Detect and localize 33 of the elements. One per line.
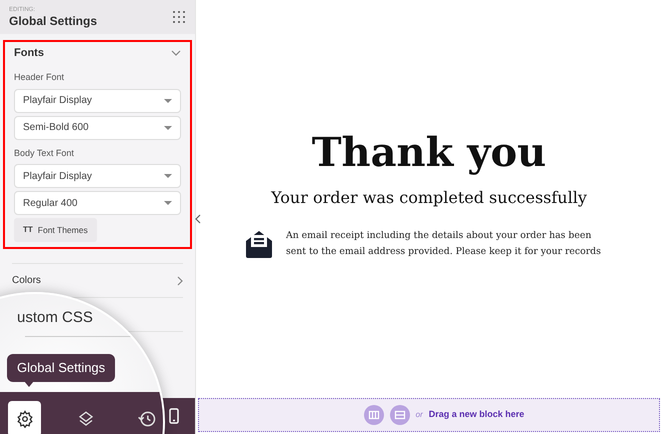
thank-you-heading: Thank you [312,130,546,176]
sidebar-title: Global Settings [9,14,98,28]
font-select[interactable]: Playfair Display [14,164,181,188]
field-label: Body Text Font [14,148,74,158]
envelope-icon [244,229,274,259]
caret-icon [164,126,172,130]
font-select[interactable]: Playfair Display [14,88,181,112]
section-title[interactable]: Colors [12,273,41,288]
subheading: Your order was completed successfully [271,187,587,209]
collapse-handle-icon[interactable] [195,214,202,224]
panel-header[interactable]: Fonts [14,42,181,64]
drop-zone-label: Drag a new block here [428,408,524,422]
caret-icon [164,201,172,205]
grid-menu-icon[interactable] [172,10,186,24]
chevron-down-icon [171,50,181,56]
tooltip-pointer-icon [24,381,34,387]
font-select[interactable]: Regular 400 [14,191,181,215]
settings-icon [16,410,34,428]
toolbar-button[interactable] [8,401,41,434]
or-label: or [416,409,423,421]
receipt-message: An email receipt including the details about your order has been sent to the email address provided. Please keep it for your records [286,229,602,259]
layers-icon [76,410,94,428]
field-label: Header Font [14,72,64,82]
history-icon [136,409,156,429]
tooltip: Global Settings [7,354,116,382]
caret-icon [164,98,172,102]
caret-icon [164,174,172,178]
mobile-icon [169,408,179,424]
font-themes-button[interactable]: TT Font Themes [14,218,97,242]
magnified-section-title: ustom CSS [17,308,93,328]
chevron-right-icon [177,276,183,286]
font-select[interactable]: Semi-Bold 600 [14,116,181,140]
panel-title: Fonts [14,46,44,61]
